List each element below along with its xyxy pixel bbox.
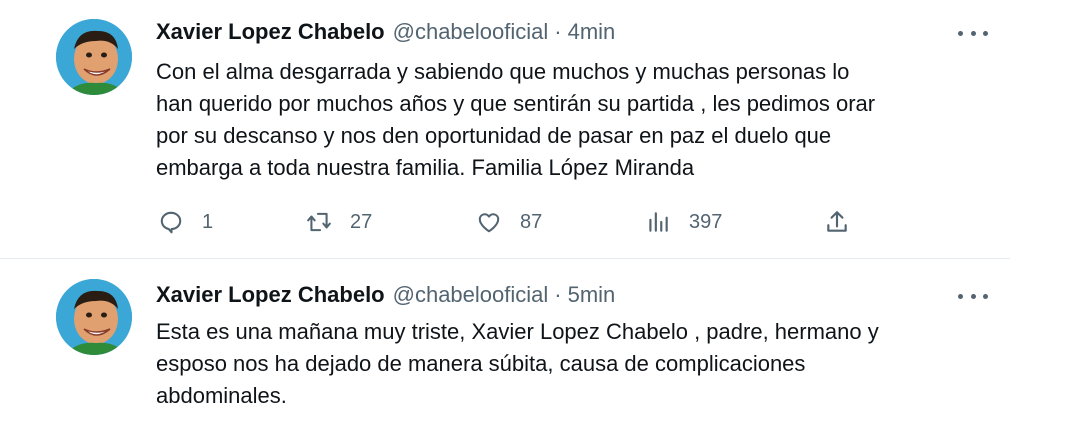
tweet-text-line: abdominales. — [156, 383, 287, 408]
separator-dot: · — [554, 19, 562, 44]
tweet-timestamp[interactable]: 5min — [568, 282, 616, 308]
reply-count: 1 — [202, 210, 214, 233]
share-icon — [827, 211, 847, 232]
share-button[interactable] — [824, 204, 850, 240]
separator-dot: · — [554, 282, 562, 307]
tweet-header: Xavier Lopez Chabelo @chabelooficial · 5… — [156, 282, 615, 308]
author-name[interactable]: Xavier Lopez Chabelo — [156, 282, 385, 308]
views-icon — [649, 212, 668, 232]
tweet[interactable]: Xavier Lopez Chabelo @chabelooficial · 5… — [0, 259, 1010, 426]
tweet-actions: 1 27 87 397 — [0, 204, 1010, 240]
author-handle[interactable]: @chabelooficial — [393, 19, 549, 45]
tweet-text-line: por su descanso y nos den oportunidad de… — [156, 123, 832, 148]
tweet-text-line: esposo nos ha dejado de manera súbita, c… — [156, 351, 806, 376]
author-handle[interactable]: @chabelooficial — [393, 282, 549, 308]
retweet-button[interactable]: 27 — [306, 204, 372, 240]
views-button[interactable]: 397 — [645, 204, 722, 240]
avatar[interactable] — [56, 19, 132, 95]
tweet-text-line: embarga a toda nuestra familia. Familia … — [156, 155, 695, 180]
retweet-count: 27 — [350, 210, 373, 233]
tweet-text-line: han querido por muchos años y que sentir… — [156, 91, 876, 116]
tweet-text: Con el alma desgarrada y sabiendo que mu… — [156, 56, 996, 184]
tweet-header: Xavier Lopez Chabelo @chabelooficial · 4… — [156, 19, 615, 45]
avatar-image — [56, 279, 132, 355]
like-count: 87 — [520, 210, 543, 233]
tweet-timestamp[interactable]: 4min — [568, 19, 616, 45]
tweet-text: Esta es una mañana muy triste, Xavier Lo… — [156, 316, 996, 412]
more-icon[interactable] — [958, 290, 988, 302]
views-count: 397 — [689, 210, 723, 233]
more-icon[interactable] — [958, 27, 988, 39]
heart-icon — [478, 213, 500, 233]
tweet[interactable]: Xavier Lopez Chabelo @chabelooficial · 4… — [0, 0, 1010, 259]
avatar[interactable] — [56, 279, 132, 355]
retweet-icon — [307, 212, 331, 232]
reply-button[interactable]: 1 — [158, 204, 213, 240]
tweet-text-line: Con el alma desgarrada y sabiendo que mu… — [156, 59, 850, 84]
reply-icon — [160, 211, 182, 234]
author-name[interactable]: Xavier Lopez Chabelo — [156, 19, 385, 45]
avatar-image — [56, 19, 132, 95]
tweet-text-line: Esta es una mañana muy triste, Xavier Lo… — [156, 319, 879, 344]
like-button[interactable]: 87 — [476, 204, 542, 240]
